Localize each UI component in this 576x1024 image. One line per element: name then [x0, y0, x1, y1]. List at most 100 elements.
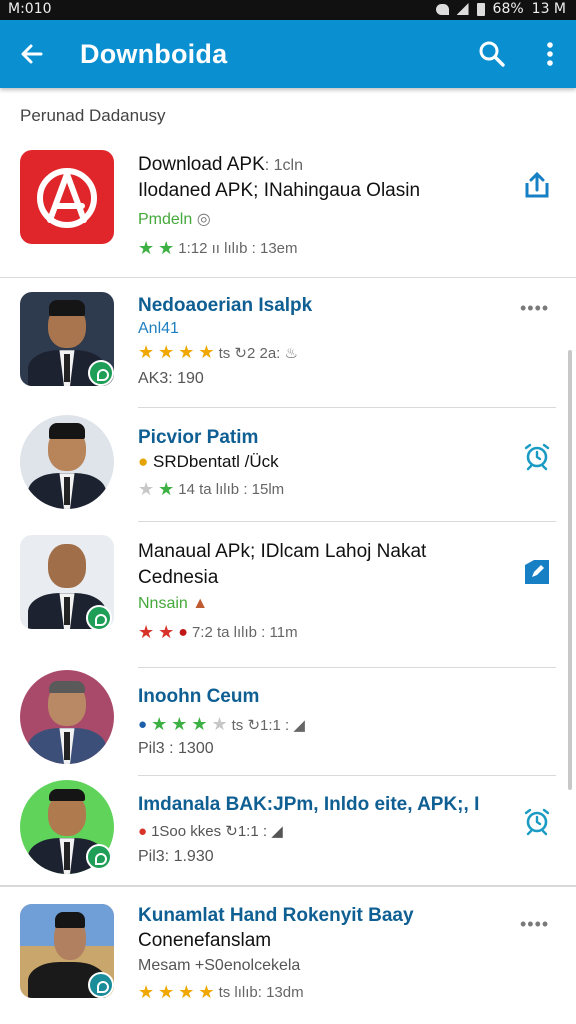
item-title: Picvior Patim [138, 427, 259, 448]
battery-percent: 68% [492, 1, 524, 17]
item-subtitle: Cednesia [138, 567, 219, 588]
divider [0, 277, 576, 278]
divider [138, 521, 556, 522]
avatar-hat [54, 911, 85, 929]
item-meta: AK3: 190 [138, 370, 204, 387]
featured-status: Pmdeln ◎ [138, 209, 211, 229]
item-title: Manaual APk; IDlcam Lahoj Nakat [138, 541, 427, 562]
item-title: Inoohn Ceum [138, 686, 260, 707]
star-icon: ★ [178, 342, 195, 362]
section-header: Perunad Dadanusy [20, 106, 166, 125]
battery-icon [476, 2, 485, 16]
avatar-tie [64, 842, 70, 871]
star-icon: ★ [138, 342, 155, 362]
list-item[interactable]: Manaual APk; IDlcam Lahoj Nakat Cednesia… [0, 533, 576, 663]
item-status: Mesam +S0enolcekela [138, 957, 301, 974]
featured-title-text: Download APK [138, 154, 265, 175]
star-icon: ★ [138, 479, 155, 499]
star-icon: ★ [198, 342, 215, 362]
item-rating-text: ts ↻2 2a: ♨ [218, 344, 298, 362]
wifi-icon [435, 3, 449, 15]
featured-title-suffix: : 1cln [264, 157, 303, 174]
avatar-tie [64, 732, 70, 761]
divider [138, 667, 556, 668]
list-item[interactable]: Picvior Patim ● SRDbentatl /Ück ★ ★ 14 t… [0, 415, 576, 525]
star-icon: ★ [138, 622, 155, 642]
item-rating: ● 1Soo kkes ↻1:1 : ◢ [138, 822, 283, 841]
avatar-hat [49, 299, 85, 317]
featured-rating-text: 1:12 ıı lılıb : 13em [178, 240, 298, 257]
item-rating: ★ ★ ★ ★ ts ↻2 2a: ♨ [138, 342, 298, 363]
star-icon: ★ [138, 238, 155, 258]
emoji-icon: ● [138, 452, 149, 471]
list-item[interactable]: Kunamlat Hand Rokenyit Baay Conenefansla… [0, 900, 576, 1010]
verified-badge [88, 972, 114, 998]
avatar-tie [64, 354, 70, 383]
featured-app-row[interactable]: Download APK: 1cln Ilodaned APK; INahing… [0, 148, 576, 276]
item-rating-text: 14 ta lılıb : 15lm [178, 481, 285, 498]
app-icon [20, 150, 114, 244]
star-icon: ★ [171, 714, 188, 734]
avatar-hat [49, 422, 85, 440]
star-icon: ★ [158, 622, 175, 642]
avatar-face [48, 544, 86, 588]
scrollbar[interactable] [568, 350, 572, 790]
signal-icon [456, 3, 469, 15]
avatar [20, 415, 114, 509]
star-icon: ★ [151, 714, 168, 734]
more-vert-icon[interactable] [538, 40, 562, 68]
alarm-icon[interactable] [522, 806, 552, 836]
featured-subtitle: Ilodaned APK; INahingaua Olasin [138, 180, 421, 201]
edit-icon[interactable] [522, 557, 552, 587]
divider [138, 775, 556, 776]
verified-badge [86, 605, 112, 631]
item-title: Imdanala BAK:JPm, Inldo eite, APK;, I [138, 794, 480, 815]
overflow-menu-icon[interactable]: •••• [520, 298, 549, 319]
avatar-tie [64, 597, 70, 626]
avatar-tie [64, 477, 70, 506]
list-item[interactable]: Imdanala BAK:JPm, Inldo eite, APK;, I ● … [0, 778, 576, 883]
divider [138, 407, 556, 408]
star-icon: ★ [158, 342, 175, 362]
item-rating: ★ ★ ★ ★ ts lılıb: 13dm [138, 982, 304, 1003]
overflow-menu-icon[interactable]: •••• [520, 914, 549, 935]
emoji-icon: ● [138, 716, 148, 733]
divider [0, 885, 576, 887]
back-arrow-icon[interactable] [18, 40, 46, 68]
star-icon: ★ [178, 982, 195, 1002]
status-bar: M:010 68% 13 M [0, 0, 576, 20]
status-time: M:010 [8, 1, 52, 17]
featured-rating: ★ ★ 1:12 ıı lılıb : 13em [138, 238, 298, 259]
item-rating-text: ts lılıb: 13dm [218, 984, 304, 1001]
item-subtitle: Conenefanslam [138, 930, 272, 951]
item-subtitle: Anl41 [138, 320, 179, 337]
star-icon: ★ [211, 714, 228, 734]
list-item[interactable]: Inoohn Ceum ● ★ ★ ★ ★ ts ↻1:1 : ◢ Pil3 :… [0, 670, 576, 775]
status-clock: 13 M [531, 1, 566, 17]
item-title: Kunamlat Hand Rokenyit Baay [138, 905, 414, 926]
verified-badge [88, 360, 114, 386]
item-subtitle: ● SRDbentatl /Ück [138, 452, 279, 472]
item-meta: Pil3 : 1300 [138, 740, 214, 757]
status-icons: 68% 13 M [435, 1, 566, 17]
item-meta: Pil3: 1.930 [138, 848, 214, 865]
share-icon[interactable] [522, 170, 552, 200]
avatar-hair [49, 789, 85, 801]
star-icon: ★ [158, 238, 175, 258]
verified-badge [86, 844, 112, 870]
item-rating: ★ ★ ● 7:2 ta lılıb : 11m [138, 622, 298, 643]
emoji-icon: ▲ [192, 595, 209, 612]
alarm-icon[interactable] [522, 441, 552, 471]
item-subtitle-text: SRDbentatl /Ück [153, 452, 279, 471]
item-rating-text: 7:2 ta lılıb : 11m [191, 624, 298, 641]
star-icon: ★ [158, 982, 175, 1002]
search-icon[interactable] [478, 40, 506, 68]
list-item[interactable]: Nedoaoerian Isalpk Anl41 ★ ★ ★ ★ ts ↻2 2… [0, 290, 576, 400]
item-status-text: Nnsain [138, 595, 188, 612]
emoji-icon: ● [138, 822, 148, 840]
status-icon: ◎ [196, 211, 211, 228]
item-rating: ● ★ ★ ★ ★ ts ↻1:1 : ◢ [138, 714, 305, 735]
star-icon: ★ [191, 714, 208, 734]
star-icon: ★ [138, 982, 155, 1002]
record-icon: ● [178, 623, 188, 641]
